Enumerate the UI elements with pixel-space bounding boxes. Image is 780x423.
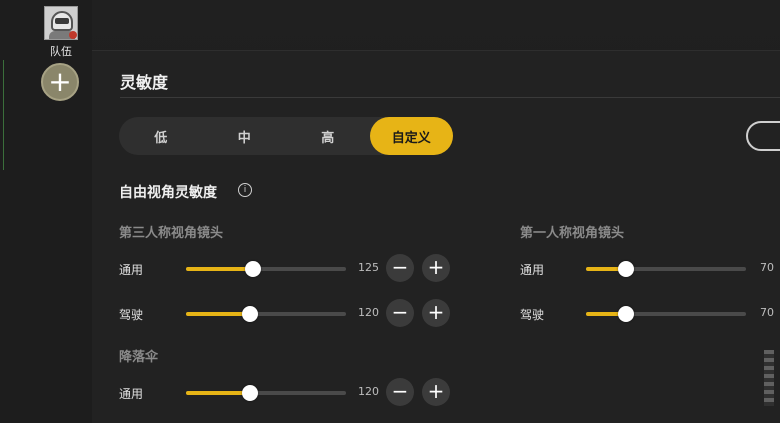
parachute-general-value: 120: [358, 385, 379, 398]
third-person-general-value: 125: [358, 261, 379, 274]
third-person-driving-value: 120: [358, 306, 379, 319]
visor-shape: [55, 18, 69, 24]
slider-fill: [186, 267, 254, 271]
first-person-driving-label: 驾驶: [520, 308, 545, 322]
preset-medium[interactable]: 中: [203, 117, 287, 155]
plus-icon: +: [48, 65, 72, 98]
preset-high[interactable]: 高: [286, 117, 370, 155]
game-settings-screen: 队伍 + 灵敏度 低 中 高 自定义 自由视角灵敏度 i 第三人称视角镜头 通用…: [0, 0, 780, 423]
left-sidebar: 队伍 +: [0, 0, 92, 423]
first-person-general-label: 通用: [520, 263, 545, 277]
slider-fill: [186, 312, 250, 316]
decrease-button[interactable]: −: [386, 378, 414, 406]
slider-knob[interactable]: [618, 306, 634, 322]
increase-button[interactable]: +: [422, 378, 450, 406]
first-person-general-slider[interactable]: [586, 261, 746, 277]
slider-knob[interactable]: [245, 261, 262, 277]
increase-button[interactable]: +: [422, 254, 450, 282]
info-icon[interactable]: i: [238, 183, 252, 197]
third-person-general-label: 通用: [119, 263, 144, 277]
preset-low[interactable]: 低: [119, 117, 203, 155]
third-person-driving-slider[interactable]: [186, 306, 346, 322]
slider-fill: [186, 391, 250, 395]
increase-button[interactable]: +: [422, 299, 450, 327]
sensitivity-panel: 灵敏度 低 中 高 自定义 自由视角灵敏度 i 第三人称视角镜头 通用 125 …: [92, 50, 780, 423]
third-person-title: 第三人称视角镜头: [119, 226, 224, 241]
parachute-title: 降落伞: [119, 350, 159, 365]
parachute-general-slider[interactable]: [186, 385, 346, 401]
free-look-section-title: 自由视角灵敏度: [119, 185, 217, 201]
preset-custom[interactable]: 自定义: [369, 117, 453, 155]
third-person-general-slider[interactable]: [186, 261, 346, 277]
add-teammate-button[interactable]: +: [41, 63, 79, 101]
decrease-button[interactable]: −: [386, 254, 414, 282]
scroll-indicator[interactable]: [764, 350, 774, 406]
right-action-button[interactable]: [746, 121, 780, 151]
panel-title: 灵敏度: [120, 73, 169, 92]
first-person-driving-value: 70: [760, 306, 774, 319]
player-avatar[interactable]: [44, 6, 78, 40]
status-dot-icon: [69, 31, 77, 39]
slider-knob[interactable]: [618, 261, 634, 277]
parachute-general-label: 通用: [119, 387, 144, 401]
sidebar-edge-indicator: [0, 60, 4, 170]
preset-segmented-control: 低 中 高 自定义: [119, 117, 453, 155]
team-label: 队伍: [50, 45, 72, 58]
first-person-general-value: 70: [760, 261, 774, 274]
slider-knob[interactable]: [242, 306, 258, 322]
decrease-button[interactable]: −: [386, 299, 414, 327]
third-person-driving-label: 驾驶: [119, 308, 144, 322]
first-person-driving-slider[interactable]: [586, 306, 746, 322]
slider-knob[interactable]: [242, 385, 258, 401]
panel-divider: [120, 97, 780, 98]
first-person-title: 第一人称视角镜头: [520, 226, 625, 241]
